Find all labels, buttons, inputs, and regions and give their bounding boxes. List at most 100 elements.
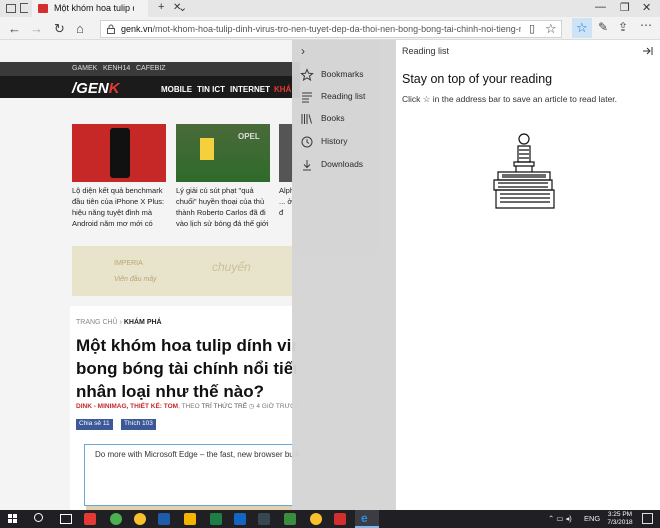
app-icon[interactable] [334,513,346,525]
hub-item-label: History [321,136,348,146]
edge-taskbar-button[interactable]: e [355,510,379,528]
app-icon[interactable] [84,513,96,525]
pin-pane-icon[interactable] [642,46,654,56]
history-icon [301,136,313,148]
nav-link-mobile[interactable]: MOBILE [161,85,192,94]
tray-icons[interactable]: ⌃ ▭ ◂) [548,514,572,523]
clock-date: 7/3/2018 [607,519,633,526]
article-headline: Một khóm hoa tulip dính vir bong bóng tà… [76,336,296,401]
article-byline: DINK - MINIMAG, THIẾT KẾ: TOM, THEO TRÍ … [76,402,300,410]
hub-item-label: Bookmarks [321,69,364,79]
hub-item-label: Downloads [321,159,364,169]
language-indicator[interactable]: ENG [584,514,600,523]
edge-icon: e [361,511,368,525]
forward-button[interactable]: → [30,21,43,36]
tab-actions-icon[interactable] [6,4,16,13]
close-window-button[interactable]: ✕ [642,1,651,14]
hub-navigation: › Bookmarks Reading list Books History D… [292,40,396,510]
hub-item-reading-list[interactable]: Reading list [292,86,396,108]
task-view-icon[interactable] [60,514,72,524]
ad-brand: IMPERIA [114,260,143,267]
byline-authors: DINK - MINIMAG, THIẾT KẾ: TOM [76,403,179,410]
hub-item-label: Reading list [321,91,366,101]
nav-link-internet[interactable]: INTERNET [230,85,270,94]
word-icon[interactable] [158,513,170,525]
byline-source-prefix: , THEO [178,403,202,410]
reading-list-icon [302,92,312,103]
facebook-share-button[interactable]: Chia sẻ 11 [76,419,113,430]
card-title[interactable]: Lộ diện kết quả benchmark đầu tiên của i… [72,185,167,229]
new-tab-button[interactable]: + [158,1,164,13]
notifications-icon[interactable] [642,513,653,524]
card-title[interactable]: Lý giải cú sút phạt "quả chuối" huyền th… [176,185,271,229]
chrome-icon[interactable] [310,513,322,525]
reading-person-illustration [493,133,555,209]
download-icon [303,160,311,171]
card-image-third[interactable] [279,124,293,182]
hub-item-bookmarks[interactable]: Bookmarks [292,64,396,86]
star-icon [300,68,314,82]
tab-preview-button[interactable]: ⌄ [178,1,187,14]
nav-link-kham-pha[interactable]: KHÁ [274,85,291,94]
edge-promo-text: Do more with Microsoft Edge – the fast, … [95,450,300,459]
reading-view-icon[interactable]: ▯ [529,22,535,35]
top-link[interactable]: GAMEK [72,65,97,72]
maximize-button[interactable]: ❐ [620,1,630,14]
breadcrumb: TRANG CHỦ › KHÁM PHÁ [76,319,162,326]
clock-time: 3:25 PM [607,511,633,518]
advertisement-banner[interactable]: IMPERIA Viên đầu mây chuyển [72,246,292,296]
tab-active[interactable]: Một khóm hoa tulip dín ✕ [32,0,181,17]
breadcrumb-home[interactable]: TRANG CHỦ [76,319,118,326]
card-title[interactable]: Alph ... ở đ [279,185,293,218]
more-menu-icon[interactable]: ⋯ [640,18,652,32]
hub-favorites-icon: ☆ [576,20,588,35]
back-button[interactable]: ← [8,21,21,36]
breadcrumb-separator: › [119,319,122,326]
app-icon[interactable] [110,513,122,525]
genk-favicon-icon [38,4,48,13]
top-link[interactable]: KENH14 [103,65,130,72]
card-image-football[interactable]: OPEL [176,124,270,182]
byline-source: TRÍ THỨC TRẺ [201,403,248,410]
facebook-like-button[interactable]: Thích 103 [121,419,156,430]
windows-start-icon[interactable] [8,514,18,524]
reading-list-heading: Stay on top of your reading [402,72,553,86]
pane-title: Reading list [402,46,450,56]
steam-icon[interactable] [258,513,270,525]
file-explorer-icon[interactable] [184,513,196,525]
clock[interactable]: 3:25 PM 7/3/2018 [604,511,636,527]
breadcrumb-section[interactable]: KHÁM PHÁ [124,319,162,326]
hub-item-downloads[interactable]: Downloads [292,154,396,176]
card-image-iphone[interactable] [72,124,166,182]
hub-item-history[interactable]: History [292,131,396,153]
books-icon [301,114,312,124]
app-icon[interactable] [284,513,296,525]
hub-item-books[interactable]: Books [292,108,396,130]
favorite-star-icon[interactable]: ☆ [545,21,557,37]
outlook-icon[interactable] [234,513,246,525]
tab-title: Một khóm hoa tulip dín [54,3,134,13]
taskbar: e ⌃ ▭ ◂) ENG 3:25 PM 7/3/2018 [0,510,660,528]
chrome-icon[interactable] [134,513,146,525]
navigation-bar: ← → ↻ ⌂ genk.vn/mot-khom-hoa-tulip-dinh-… [0,17,660,40]
address-bar[interactable]: genk.vn/mot-khom-hoa-tulip-dinh-virus-tr… [100,20,562,38]
refresh-button[interactable]: ↻ [54,21,65,37]
genk-logo[interactable]: /GENK [72,80,120,97]
home-button[interactable]: ⌂ [76,21,84,36]
web-note-icon[interactable]: ✎ [598,20,608,34]
share-icon[interactable]: ⇪ [618,20,628,34]
search-icon[interactable] [34,513,43,522]
hub-button[interactable]: ☆ [572,18,592,38]
excel-icon[interactable] [210,513,222,525]
minimize-button[interactable]: — [595,1,606,13]
top-link[interactable]: CAFEBIZ [136,65,166,72]
edge-promo-toast[interactable]: Do more with Microsoft Edge – the fast, … [84,444,300,506]
set-aside-tabs-icon[interactable] [20,3,28,13]
ad-text: chuyển [212,260,251,274]
reading-list-message: Click ☆ in the address bar to save an ar… [402,94,618,104]
lock-icon [107,24,115,34]
nav-link-tin-ict[interactable]: TIN ICT [197,85,225,94]
genk-top-bar: GAMEK KENH14 CAFEBIZ [0,62,300,76]
collapse-hub-icon[interactable]: › [301,44,305,58]
reading-list-pane: Reading list Stay on top of your reading… [396,40,660,510]
